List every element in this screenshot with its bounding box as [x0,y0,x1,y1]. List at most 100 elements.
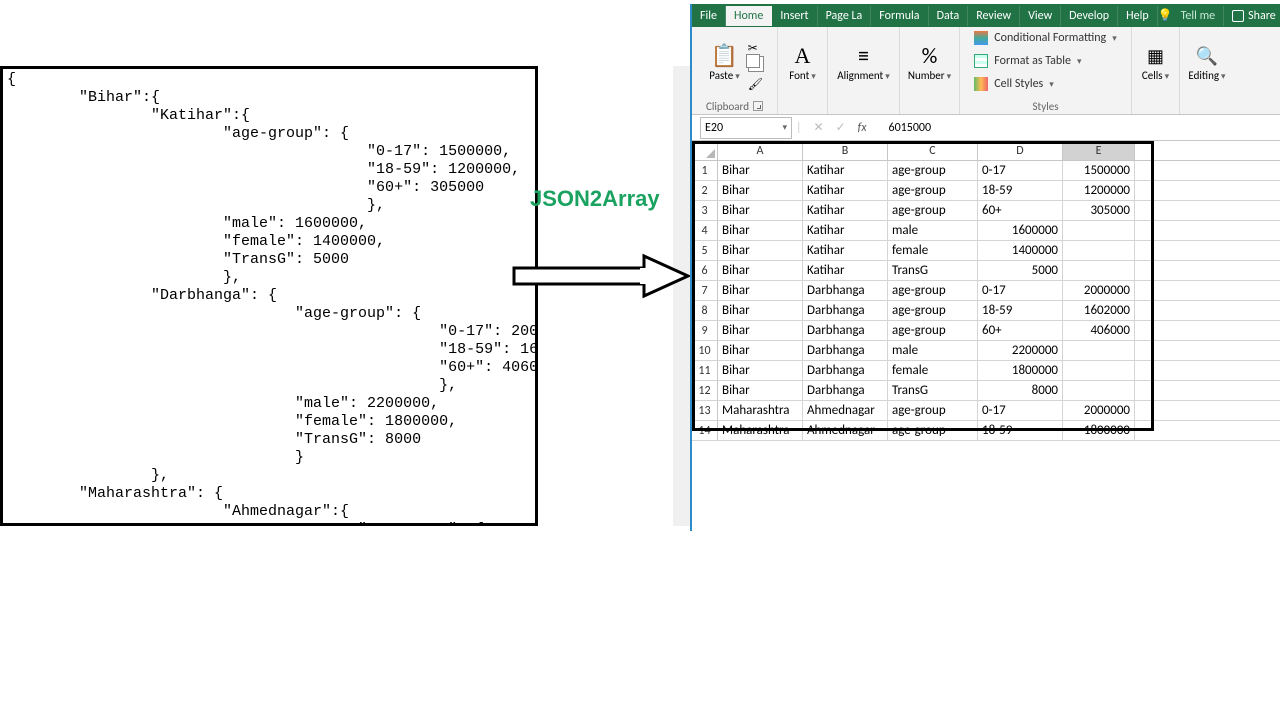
col-header-D[interactable]: D [978,141,1063,160]
json-code-text[interactable]: { "Bihar":{ "Katihar":{ "age-group": { "… [3,69,535,526]
cell[interactable]: Bihar [718,381,803,400]
table-row[interactable]: 2BiharKatiharage-group18-591200000 [692,181,1280,201]
number-group-button[interactable]: %Number [904,43,955,84]
tab-view[interactable]: View [1020,6,1061,26]
cell[interactable]: TransG [888,381,978,400]
cell[interactable]: TransG [888,261,978,280]
cell[interactable]: 1800000 [978,361,1063,380]
tab-formulas[interactable]: Formula [871,6,928,26]
row-header[interactable]: 6 [692,261,718,280]
cell[interactable] [1063,221,1135,240]
cell[interactable]: 0-17 [978,401,1063,420]
col-header-B[interactable]: B [803,141,888,160]
cell[interactable] [1063,361,1135,380]
col-header-C[interactable]: C [888,141,978,160]
cell[interactable]: age-group [888,181,978,200]
spreadsheet-grid[interactable]: A B C D E 1BiharKatiharage-group0-171500… [692,141,1280,441]
cell[interactable]: age-group [888,161,978,180]
row-header[interactable]: 4 [692,221,718,240]
col-header-A[interactable]: A [718,141,803,160]
alignment-group-button[interactable]: ≡Alignment [833,43,894,84]
cell[interactable]: Katihar [803,181,888,200]
cell[interactable]: 18-59 [978,181,1063,200]
cell[interactable]: Ahmednagar [803,401,888,420]
cell[interactable] [1063,261,1135,280]
table-row[interactable]: 11BiharDarbhangafemale1800000 [692,361,1280,381]
cell[interactable]: 0-17 [978,281,1063,300]
row-header[interactable]: 1 [692,161,718,180]
table-row[interactable]: 14MaharashtraAhmednagarage-group18-59180… [692,421,1280,441]
cell[interactable]: Bihar [718,321,803,340]
fx-icon[interactable]: fx [858,121,867,135]
cell[interactable]: 305000 [1063,201,1135,220]
editing-group-button[interactable]: 🔍Editing [1184,43,1229,84]
cell[interactable]: 1600000 [978,221,1063,240]
cell[interactable]: 60+ [978,321,1063,340]
cell[interactable]: female [888,361,978,380]
tab-tell-me[interactable]: Tell me [1173,6,1225,26]
cell[interactable]: Darbhanga [803,281,888,300]
cut-button[interactable] [748,38,764,54]
name-box[interactable]: E20▾ [700,117,792,139]
cell-styles-button[interactable]: Cell Styles ▾ [974,74,1054,94]
tab-page-layout[interactable]: Page La [818,6,872,26]
cell[interactable]: Katihar [803,221,888,240]
cell[interactable]: Bihar [718,341,803,360]
cell[interactable]: Bihar [718,161,803,180]
copy-button[interactable] [748,56,764,72]
enter-formula-button[interactable]: ✓ [836,120,846,135]
cell[interactable]: Katihar [803,261,888,280]
tab-developer[interactable]: Develop [1061,6,1118,26]
cell[interactable]: 1500000 [1063,161,1135,180]
tab-file[interactable]: File [692,6,726,26]
cell[interactable]: 406000 [1063,321,1135,340]
cell[interactable]: Katihar [803,241,888,260]
row-header[interactable]: 10 [692,341,718,360]
row-header[interactable]: 5 [692,241,718,260]
table-row[interactable]: 5BiharKatiharfemale1400000 [692,241,1280,261]
select-all-corner[interactable] [692,141,718,160]
cell[interactable]: Maharashtra [718,421,803,440]
table-row[interactable]: 13MaharashtraAhmednagarage-group0-172000… [692,401,1280,421]
cell[interactable]: Bihar [718,301,803,320]
conditional-formatting-button[interactable]: Conditional Formatting ▾ [974,28,1116,48]
cell[interactable]: 1400000 [978,241,1063,260]
tab-help[interactable]: Help [1118,6,1158,26]
cell[interactable]: 0-17 [978,161,1063,180]
cell[interactable]: 1602000 [1063,301,1135,320]
table-row[interactable]: 8BiharDarbhangaage-group18-591602000 [692,301,1280,321]
table-row[interactable]: 9BiharDarbhangaage-group60+406000 [692,321,1280,341]
row-header[interactable]: 14 [692,421,718,440]
cell[interactable]: Darbhanga [803,301,888,320]
cell[interactable] [1063,381,1135,400]
row-header[interactable]: 8 [692,301,718,320]
cell[interactable]: male [888,341,978,360]
row-header[interactable]: 3 [692,201,718,220]
row-header[interactable]: 13 [692,401,718,420]
cell[interactable]: age-group [888,321,978,340]
format-as-table-button[interactable]: Format as Table ▾ [974,51,1081,71]
cancel-formula-button[interactable]: ✕ [814,120,824,135]
cell[interactable]: Darbhanga [803,361,888,380]
cell[interactable]: age-group [888,281,978,300]
table-row[interactable]: 3BiharKatiharage-group60+305000 [692,201,1280,221]
cell[interactable]: Bihar [718,221,803,240]
cell[interactable]: Bihar [718,361,803,380]
cell[interactable] [1063,341,1135,360]
cell[interactable]: Darbhanga [803,341,888,360]
tab-review[interactable]: Review [968,6,1020,26]
format-painter-button[interactable] [748,74,764,90]
cell[interactable]: Darbhanga [803,321,888,340]
formula-bar-input[interactable]: 6015000 [889,121,932,135]
cell[interactable]: Bihar [718,201,803,220]
font-group-button[interactable]: AFont [785,43,820,84]
cell[interactable]: age-group [888,421,978,440]
cell[interactable]: Maharashtra [718,401,803,420]
cell[interactable]: Bihar [718,241,803,260]
cell[interactable]: 2000000 [1063,281,1135,300]
cell[interactable]: 18-59 [978,421,1063,440]
cell[interactable]: 5000 [978,261,1063,280]
cells-group-button[interactable]: ▦Cells [1138,43,1173,84]
table-row[interactable]: 1BiharKatiharage-group0-171500000 [692,161,1280,181]
cell[interactable]: Katihar [803,161,888,180]
